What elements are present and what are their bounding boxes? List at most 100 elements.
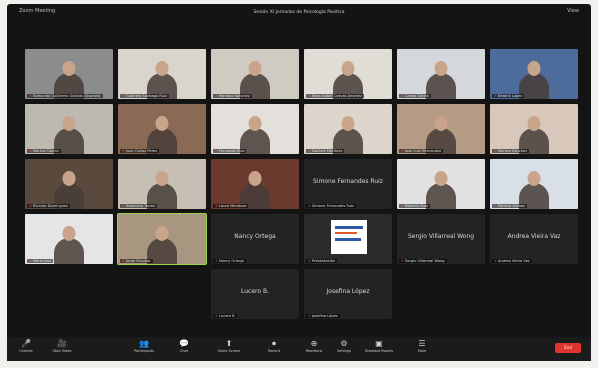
participant-tile[interactable]: ✕Carlos Garcia [397, 49, 485, 99]
participants-button[interactable]: 👥 Participants [127, 339, 161, 354]
person-head [248, 171, 262, 186]
record-icon: ⏺ [272, 339, 276, 348]
participant-tile[interactable]: ✕Marisol Garcia [25, 104, 113, 154]
logo-stripe [335, 232, 357, 234]
camera-icon: 🎥 [57, 339, 67, 348]
participant-tile[interactable]: ✕Edmundo Guillermo Galindo Alvarado [25, 49, 113, 99]
participant-tile[interactable]: ✕Monica Sanchez [490, 104, 578, 154]
participant-name-label: ✕Marisol Garcia [27, 149, 61, 153]
participant-tile[interactable]: Simone Fernandes Ruiz ✕Simone Fernandes R… [304, 159, 392, 209]
participant-tile[interactable]: ✕Maria Jose [25, 214, 113, 264]
toolbar-label: Unmute [19, 349, 33, 353]
participant-name: Edmundo Guillermo Galindo Alvarado [33, 94, 101, 98]
person-silhouette [54, 238, 84, 264]
participant-tile[interactable]: Lucero B. ✕Lucero B [211, 269, 299, 319]
person-head [527, 61, 541, 76]
participant-name-label: ✕Presentación [306, 259, 338, 263]
participant-name: Simone Fernandes Ruiz [312, 204, 354, 208]
person-head [434, 61, 448, 76]
breakout-icon: ▣ [375, 339, 383, 348]
participant-tile[interactable]: Sergio Villarreal Wong ✕Sergio Villarreal… [397, 214, 485, 264]
participant-name-label: ✕Mariano Sanchez [213, 94, 252, 98]
mic-button[interactable]: 🎤 Unmute [9, 339, 43, 354]
muted-mic-icon: ✕ [308, 94, 312, 98]
participant-name-label: ✕Patricia Gomez [492, 204, 528, 208]
participants-icon: 👥 [139, 339, 149, 348]
title-bar: Zoom Meeting Sesión XI Jornadas de Psico… [7, 4, 591, 22]
participant-name-label: ✕Sergio Villarreal Wong [399, 259, 447, 263]
participant-grid: ✕Edmundo Guillermo Galindo Alvarado ✕Gabr… [25, 49, 585, 319]
participant-tile[interactable]: ✕Beatriz Lopez [490, 49, 578, 99]
muted-mic-icon: ✕ [215, 204, 219, 208]
participant-tile[interactable]: ✕Laura Mendoza [211, 159, 299, 209]
chat-button[interactable]: 💬 Chat [167, 339, 201, 354]
end-meeting-button[interactable]: End [555, 343, 581, 353]
participant-name-label: ✕Nora Isabel Cuevas Jimenez [306, 94, 364, 98]
breakout-button[interactable]: ▣ Breakout Rooms [362, 339, 396, 354]
muted-mic-icon: ✕ [494, 149, 498, 153]
participant-name-label: ✕Josefina López [306, 314, 340, 318]
participant-name: Jorge Escobar [126, 259, 151, 263]
participant-name: Sergio Villarreal Wong [405, 259, 445, 263]
person-head [62, 116, 76, 131]
participant-tile[interactable]: ✕Daniela Martinez [304, 104, 392, 154]
participant-tile[interactable]: ✕Juan Carlos Perez [118, 104, 206, 154]
muted-mic-icon: ✕ [215, 314, 219, 318]
participant-name-center: Lucero B. [241, 288, 269, 295]
participant-name: Marisol Garcia [33, 149, 59, 153]
view-button[interactable]: View [567, 8, 579, 14]
muted-mic-icon: ✕ [122, 149, 126, 153]
record-button[interactable]: ⏺ Record [257, 339, 291, 354]
more-button[interactable]: ☰ More [405, 339, 439, 354]
participant-tile[interactable]: ✕Roberto Ruiz [397, 159, 485, 209]
participant-name-label: ✕Gabriela Santiago Ruiz [120, 94, 169, 98]
settings-icon: ⚙ [340, 339, 348, 348]
participant-name-label: ✕Jorge Escobar [120, 259, 153, 263]
logo-stripe [335, 238, 361, 241]
toolbar-label: Settings [337, 349, 351, 353]
share-button[interactable]: ⬆ Share Screen [212, 339, 246, 354]
person-head [155, 171, 169, 186]
participant-tile[interactable]: Nancy Ortega ✕Nancy Ortega [211, 214, 299, 264]
muted-mic-icon: ✕ [308, 314, 312, 318]
participant-name: Carlos Garcia [405, 94, 429, 98]
person-head [248, 116, 262, 131]
muted-mic-icon: ✕ [308, 149, 312, 153]
reactions-button[interactable]: ⊕ Reactions [297, 339, 331, 354]
participant-name-label: ✕Ricardo Dominguez [27, 204, 71, 208]
participant-name-center: Sergio Villarreal Wong [407, 233, 475, 240]
participant-tile[interactable]: ✕Gabriela Santiago Ruiz [118, 49, 206, 99]
person-head [434, 171, 448, 186]
participant-tile[interactable]: ✕Ricardo Dominguez [25, 159, 113, 209]
muted-mic-icon: ✕ [122, 204, 126, 208]
toolbar-label: Breakout Rooms [365, 349, 393, 353]
participant-tile[interactable]: ✕Alejandra Torres [118, 159, 206, 209]
participant-tile[interactable]: ✕Patricia Gomez [490, 159, 578, 209]
participant-name-label: ✕Fernanda Rios [213, 149, 247, 153]
participant-tile[interactable]: ✕Jorge Escobar [117, 213, 207, 265]
person-head [341, 116, 355, 131]
muted-mic-icon: ✕ [308, 259, 312, 263]
participant-tile[interactable]: ✕Jose Luis Hernandez [397, 104, 485, 154]
participant-name-center: Josefina López [326, 288, 370, 295]
muted-mic-icon: ✕ [401, 259, 405, 263]
participant-tile[interactable]: ✕Fernanda Rios [211, 104, 299, 154]
muted-mic-icon: ✕ [29, 149, 33, 153]
participant-name: Andrea Vieira Vaz [498, 259, 530, 263]
participant-tile[interactable]: ✕Nora Isabel Cuevas Jimenez [304, 49, 392, 99]
participant-name-label: ✕Carlos Garcia [399, 94, 431, 98]
participant-tile[interactable]: Andrea Vieira Vaz ✕Andrea Vieira Vaz [490, 214, 578, 264]
participant-tile[interactable]: ✕Mariano Sanchez [211, 49, 299, 99]
camera-button[interactable]: 🎥 Start Video [45, 339, 79, 354]
participant-tile[interactable]: Josefina López ✕Josefina López [304, 269, 392, 319]
person-head [341, 61, 355, 76]
participant-name: Lucero B [219, 314, 235, 318]
participant-name-label: ✕Jose Luis Hernandez [399, 149, 444, 153]
participant-name: Daniela Martinez [312, 149, 343, 153]
settings-button[interactable]: ⚙ Settings [327, 339, 361, 354]
participant-name-label: ✕Andrea Vieira Vaz [492, 259, 532, 263]
muted-mic-icon: ✕ [401, 204, 405, 208]
muted-mic-icon: ✕ [29, 204, 33, 208]
participant-tile[interactable]: ✕Presentación [304, 214, 392, 264]
muted-mic-icon: ✕ [122, 259, 126, 263]
